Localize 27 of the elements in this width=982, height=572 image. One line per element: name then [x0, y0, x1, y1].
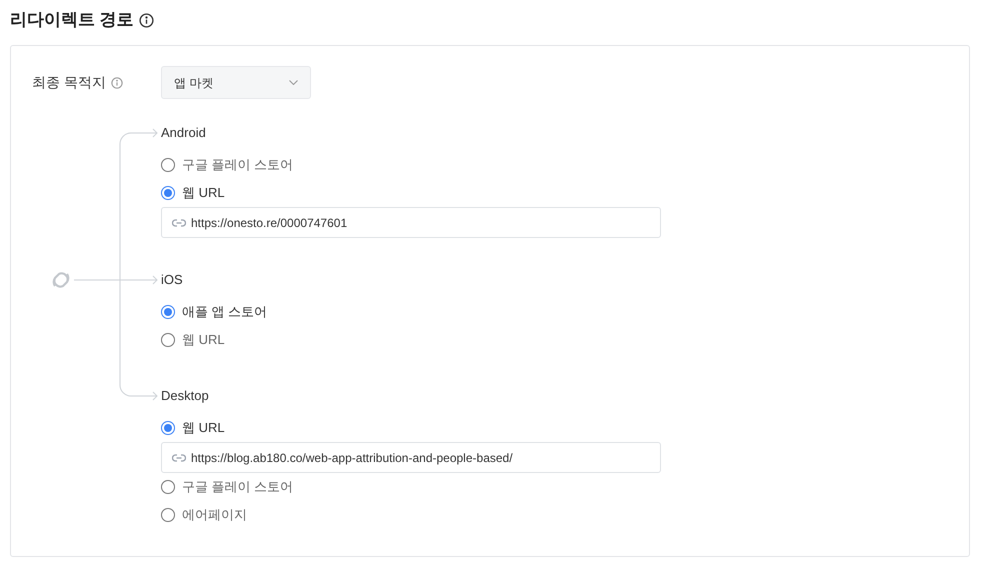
url-field[interactable]: https://blog.ab180.co/web-app-attribution-and-people-based/: [161, 442, 661, 473]
radio-option[interactable]: 구글 플레이 스토어: [161, 473, 294, 501]
radio-option[interactable]: 웹 URL: [161, 326, 225, 354]
chevron-down-icon: [289, 80, 298, 85]
link-icon: [172, 454, 186, 462]
destination-select[interactable]: 앱 마켓: [161, 66, 311, 99]
link-icon: [172, 218, 186, 226]
url-field[interactable]: https://onesto.re/0000747601: [161, 207, 661, 238]
radio-selected[interactable]: [161, 305, 175, 319]
radio-unselected[interactable]: [161, 508, 175, 522]
radio-option[interactable]: 에어페이지: [161, 501, 247, 529]
radio-selected[interactable]: [161, 421, 175, 435]
radio-unselected[interactable]: [161, 480, 175, 494]
field-label: 최종 목적지: [32, 73, 106, 92]
radio-option[interactable]: 웹 URL: [161, 414, 225, 442]
info-icon: [110, 76, 123, 88]
section-title: 리다이렉트 경로: [10, 9, 134, 32]
platform-label: iOS: [161, 271, 184, 289]
radio-option[interactable]: 애플 앱 스토어: [161, 298, 268, 326]
radio-option[interactable]: 구글 플레이 스토어: [161, 151, 294, 179]
platform-label: Android: [161, 124, 207, 142]
radio-unselected[interactable]: [161, 333, 175, 347]
radio-option[interactable]: 웹 URL: [161, 179, 225, 207]
radio-selected[interactable]: [161, 186, 175, 200]
info-icon: [138, 12, 154, 28]
platform-label: Desktop: [161, 387, 210, 405]
radio-unselected[interactable]: [161, 158, 175, 172]
